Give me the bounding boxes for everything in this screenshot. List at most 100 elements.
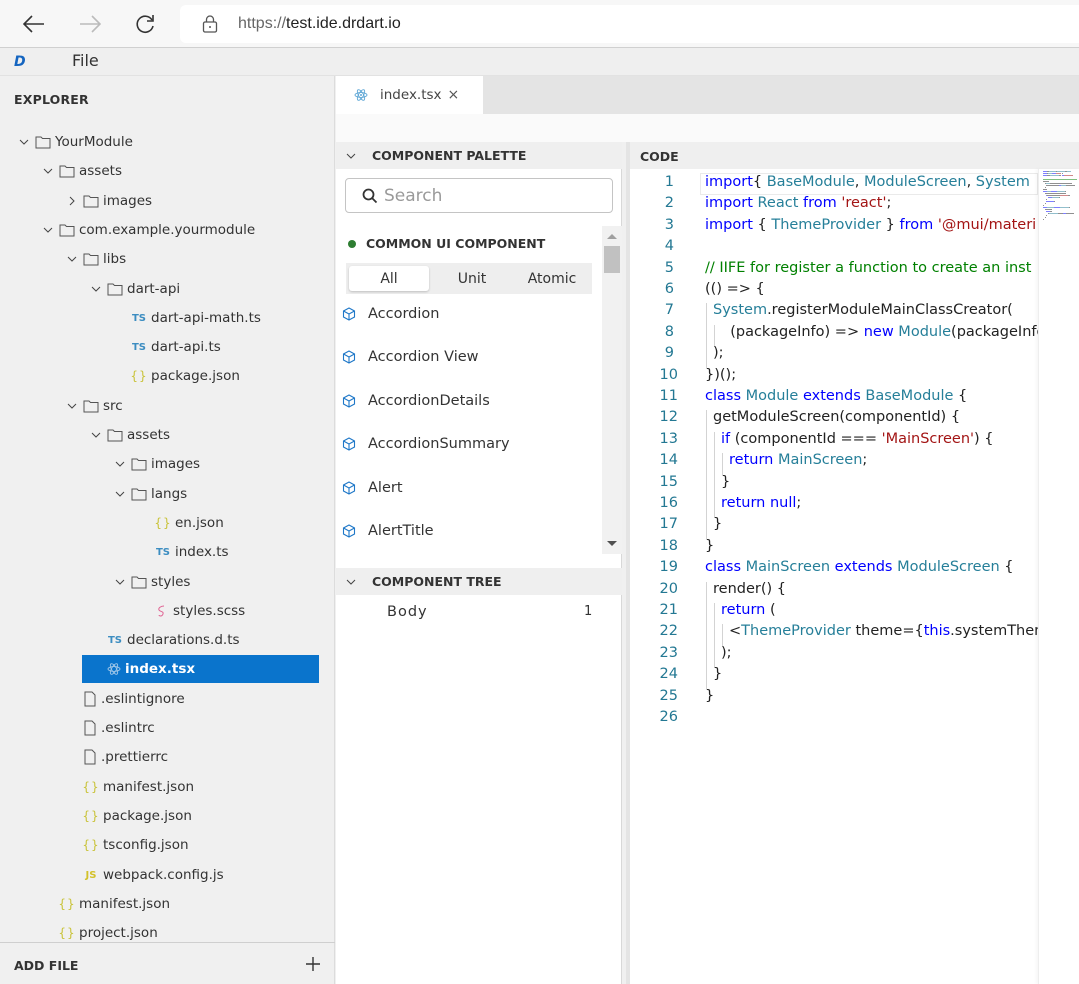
component-tree-header[interactable]: COMPONENT TREE bbox=[336, 568, 622, 595]
tree-item[interactable]: TS index.ts bbox=[155, 538, 229, 566]
component-item[interactable]: AccordionDetails bbox=[342, 386, 490, 416]
tree-item[interactable]: {} manifest.json bbox=[82, 773, 194, 801]
address-bar[interactable]: https://test.ide.drdart.io bbox=[180, 5, 1079, 43]
tree-item[interactable]: langs bbox=[113, 480, 187, 508]
tree-item[interactable]: {} en.json bbox=[154, 509, 223, 537]
tree-item[interactable]: .eslintrc bbox=[83, 714, 155, 742]
tree-item[interactable]: {} package.json bbox=[82, 802, 192, 830]
code-line[interactable]: ); bbox=[630, 645, 1038, 666]
component-item[interactable]: AccordionSummary bbox=[342, 429, 510, 459]
minimap-line bbox=[1043, 219, 1044, 220]
component-item[interactable]: AlertTitle bbox=[342, 516, 434, 546]
code-editor[interactable]: 1 import{ BaseModule, ModuleScreen, Syste… bbox=[630, 169, 1038, 984]
tree-item[interactable]: libs bbox=[65, 245, 126, 273]
code-line[interactable]: (packageInfo) => new Module(packageInfo) bbox=[630, 324, 1038, 345]
code-minimap[interactable] bbox=[1038, 169, 1079, 984]
component-item[interactable]: Accordion bbox=[342, 299, 439, 329]
close-icon[interactable]: × bbox=[448, 87, 460, 103]
component-item[interactable]: Accordion View bbox=[342, 342, 479, 372]
code-line[interactable] bbox=[630, 238, 1038, 259]
code-token: new bbox=[863, 324, 894, 340]
component-search[interactable] bbox=[345, 178, 613, 213]
code-line[interactable]: import React from 'react'; bbox=[630, 195, 1038, 216]
chevron-down-icon[interactable] bbox=[65, 399, 79, 413]
tree-item[interactable]: YourModule bbox=[17, 128, 133, 156]
tree-item[interactable]: {} package.json bbox=[130, 362, 240, 390]
code-line[interactable]: return ( bbox=[630, 602, 1038, 623]
tree-item[interactable]: assets bbox=[89, 421, 170, 449]
scroll-down-icon[interactable] bbox=[607, 541, 617, 546]
scroll-up-icon[interactable] bbox=[607, 234, 617, 239]
tree-item[interactable]: TS dart-api-math.ts bbox=[131, 304, 261, 332]
code-line[interactable]: ); bbox=[630, 345, 1038, 366]
minimap-line bbox=[1048, 213, 1058, 214]
code-line[interactable]: return MainScreen; bbox=[630, 452, 1038, 473]
code-line[interactable]: import { ThemeProvider } from '@mui/mate… bbox=[630, 217, 1038, 238]
reload-button[interactable] bbox=[131, 10, 159, 38]
chevron-down-icon[interactable] bbox=[41, 223, 55, 237]
code-token: } bbox=[713, 516, 723, 532]
tree-item[interactable]: com.example.yourmodule bbox=[41, 216, 255, 244]
tree-item[interactable]: TS declarations.d.ts bbox=[107, 626, 240, 654]
tree-item[interactable]: .eslintignore bbox=[83, 685, 185, 713]
cube-icon bbox=[342, 480, 356, 495]
tree-item[interactable]: index.tsx bbox=[82, 655, 319, 683]
chevron-down-icon[interactable] bbox=[113, 487, 127, 501]
tree-item[interactable]: styles bbox=[113, 568, 190, 596]
code-line[interactable]: class Module extends BaseModule { bbox=[630, 388, 1038, 409]
back-button[interactable] bbox=[20, 10, 48, 38]
search-input[interactable] bbox=[384, 185, 604, 206]
code-line[interactable]: class MainScreen extends ModuleScreen { bbox=[630, 559, 1038, 580]
filter-atomic[interactable]: Atomic bbox=[512, 263, 592, 294]
code-line[interactable]: } bbox=[630, 516, 1038, 537]
chevron-down-icon[interactable] bbox=[65, 252, 79, 266]
chevron-down-icon[interactable] bbox=[89, 282, 103, 296]
tree-item[interactable]: TS dart-api.ts bbox=[131, 333, 221, 361]
code-line[interactable]: getModuleScreen(componentId) { bbox=[630, 409, 1038, 430]
file-icon bbox=[83, 749, 97, 765]
code-line[interactable]: } bbox=[630, 666, 1038, 687]
code-line[interactable]: (() => { bbox=[630, 281, 1038, 302]
component-tree-row[interactable]: Body 1 bbox=[336, 598, 622, 626]
chevron-down-icon[interactable] bbox=[113, 575, 127, 589]
component-item[interactable]: Alert bbox=[342, 473, 403, 503]
tree-item[interactable]: images bbox=[113, 450, 200, 478]
code-line[interactable]: <ThemeProvider theme={this.systemThem bbox=[630, 623, 1038, 644]
tree-item[interactable]: {} manifest.json bbox=[58, 890, 170, 918]
filter-all[interactable]: All bbox=[349, 266, 429, 291]
tree-item[interactable]: assets bbox=[41, 157, 122, 185]
chevron-right-icon[interactable] bbox=[65, 194, 79, 208]
tree-item[interactable]: styles.scss bbox=[155, 597, 245, 625]
code-line[interactable] bbox=[630, 709, 1038, 730]
tree-item[interactable]: .prettierrc bbox=[83, 743, 168, 771]
menu-file[interactable]: File bbox=[72, 51, 99, 70]
json-icon: {} bbox=[82, 838, 100, 852]
code-line[interactable]: } bbox=[630, 474, 1038, 495]
code-line[interactable]: })(); bbox=[630, 367, 1038, 388]
tab-index-tsx[interactable]: index.tsx × bbox=[336, 76, 483, 114]
palette-scrollbar[interactable] bbox=[602, 226, 622, 554]
code-line[interactable]: return null; bbox=[630, 495, 1038, 516]
chevron-down-icon[interactable] bbox=[113, 457, 127, 471]
filter-unit[interactable]: Unit bbox=[432, 263, 512, 294]
code-line[interactable]: if (componentId === 'MainScreen') { bbox=[630, 431, 1038, 452]
chevron-down-icon[interactable] bbox=[89, 428, 103, 442]
code-line[interactable]: } bbox=[630, 538, 1038, 559]
tree-item[interactable]: src bbox=[65, 392, 123, 420]
plus-icon[interactable] bbox=[304, 955, 322, 973]
tree-item[interactable]: {} tsconfig.json bbox=[82, 831, 188, 859]
scrollbar-thumb[interactable] bbox=[604, 246, 620, 273]
tree-item[interactable]: dart-api bbox=[89, 275, 180, 303]
code-line[interactable]: // IIFE for register a function to creat… bbox=[630, 260, 1038, 281]
minimap-line bbox=[1061, 173, 1063, 174]
component-palette-header[interactable]: COMPONENT PALETTE bbox=[336, 142, 622, 169]
filter-segmented-control: All Unit Atomic bbox=[346, 263, 592, 294]
code-line[interactable]: } bbox=[630, 688, 1038, 709]
tree-item[interactable]: JS webpack.config.js bbox=[83, 861, 224, 889]
chevron-down-icon[interactable] bbox=[17, 135, 31, 149]
code-line[interactable]: System.registerModuleMainClassCreator( bbox=[630, 302, 1038, 323]
forward-button[interactable] bbox=[76, 10, 104, 38]
tree-item[interactable]: images bbox=[65, 187, 152, 215]
code-line[interactable]: render() { bbox=[630, 581, 1038, 602]
chevron-down-icon[interactable] bbox=[41, 164, 55, 178]
